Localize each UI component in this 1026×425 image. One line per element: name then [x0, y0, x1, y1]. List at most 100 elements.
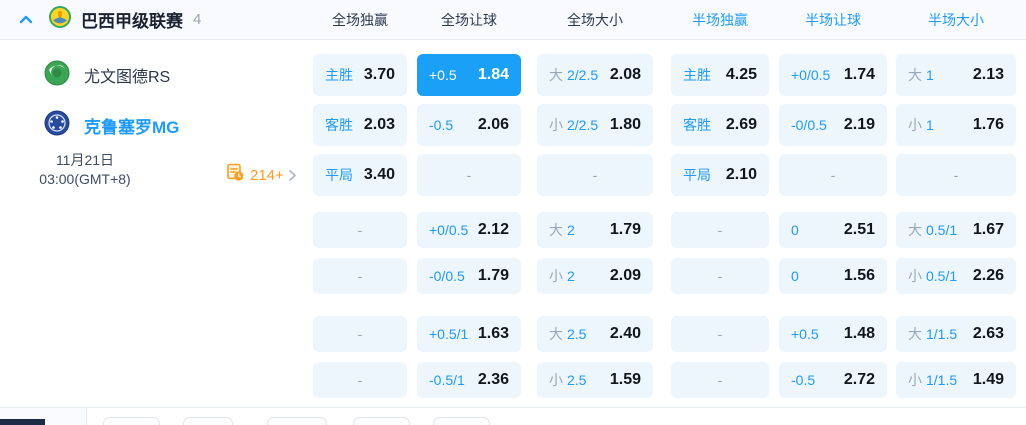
- odds-value: 2.36: [477, 371, 509, 388]
- column-header-4: 半场独赢: [692, 11, 748, 28]
- odds-value: 3.70: [363, 66, 395, 83]
- odds-value: 2.63: [972, 325, 1004, 342]
- odds-cell[interactable]: 大 1/1.5 2.63: [896, 316, 1016, 352]
- odds-cell[interactable]: 平局 3.40: [313, 154, 407, 196]
- partial-chip-button[interactable]: [433, 417, 490, 425]
- odds-value: 2.08: [609, 66, 641, 83]
- odds-cell[interactable]: -0.5 2.06: [417, 104, 521, 146]
- odds-row-draw: 平局 3.40- - 平局 2.10- -: [313, 154, 1016, 196]
- odds-cell[interactable]: 小 2.5 1.59: [537, 362, 653, 398]
- odds-cell[interactable]: 小 2/2.5 1.80: [537, 104, 653, 146]
- odds-label: 平局: [683, 167, 711, 183]
- odds-label: 大2: [549, 222, 575, 238]
- chevron-right-icon: [288, 169, 297, 182]
- over-under-prefix: 小: [908, 372, 922, 388]
- away-team-row[interactable]: 克鲁塞罗MG: [0, 104, 313, 146]
- odds-value: 1.76: [972, 116, 1004, 133]
- odds-value: 1.79: [477, 267, 509, 284]
- odds-cell: -: [313, 316, 407, 352]
- odds-label: 小2: [549, 268, 575, 284]
- partial-chip-button[interactable]: [103, 417, 160, 425]
- odds-value: 1.79: [609, 221, 641, 238]
- odds-value: 2.40: [609, 325, 641, 342]
- away-team-logo-icon: [44, 110, 70, 141]
- odds-value: 2.72: [843, 371, 875, 388]
- odds-row-alt-4: - -0.5/1 2.36 小 2.5 1.59 - -0.5 2.72 小 1/1.5 1.49: [313, 362, 1016, 398]
- odds-cell[interactable]: +0.5 1.84: [417, 54, 521, 96]
- odds-cell: -: [896, 154, 1016, 196]
- odds-cell[interactable]: 小 0.5/1 2.26: [896, 258, 1016, 294]
- odds-value: 4.25: [725, 66, 757, 83]
- odds-value: 2.06: [477, 116, 509, 133]
- odds-value: 1.80: [609, 116, 641, 133]
- partial-chip-button[interactable]: [267, 417, 327, 425]
- odds-label: 小 1/1.5: [908, 372, 958, 388]
- odds-cell[interactable]: 大 0.5/1 1.67: [896, 212, 1016, 248]
- odds-value: 2.13: [972, 66, 1004, 83]
- odds-cell[interactable]: 平局 2.10: [671, 154, 769, 196]
- odds-label: 平局: [325, 167, 353, 183]
- over-under-prefix: 小: [549, 117, 563, 133]
- odds-cell[interactable]: 小 2 2.09: [537, 258, 653, 294]
- odds-cell[interactable]: 0 2.51: [779, 212, 887, 248]
- odds-label: 小1: [908, 117, 934, 133]
- odds-cell[interactable]: 主胜 4.25: [671, 54, 769, 96]
- over-under-prefix: 小: [908, 268, 922, 284]
- odds-value: 1.74: [843, 66, 875, 83]
- odds-cell[interactable]: 主胜 3.70: [313, 54, 407, 96]
- odds-cell[interactable]: 0 1.56: [779, 258, 887, 294]
- odds-cell[interactable]: 大 1 2.13: [896, 54, 1016, 96]
- league-header[interactable]: 巴西甲级联赛 4 全场独赢 全场让球 全场大小 半场独赢 半场让球 半场大小: [0, 0, 1026, 40]
- odds-value: 2.26: [972, 267, 1004, 284]
- odds-label: 0: [791, 222, 799, 238]
- match-start-time: 03:00(GMT+8): [39, 171, 131, 187]
- odds-cell: -: [313, 212, 407, 248]
- odds-row-away: 客胜 2.03 -0.5 2.06 小 2/2.5 1.80 客胜 2.69 -0/0.5 2.19…: [313, 104, 1016, 146]
- odds-cell[interactable]: +0/0.5 2.12: [417, 212, 521, 248]
- odds-row-alt-2: - -0/0.5 1.79 小 2 2.09-0 1.56 小 0.5/1 2.26: [313, 258, 1016, 294]
- odds-cell[interactable]: 小 1/1.5 1.49: [896, 362, 1016, 398]
- odds-cell[interactable]: -0.5/1 2.36: [417, 362, 521, 398]
- odds-label: 客胜: [683, 117, 711, 133]
- odds-cell: -: [671, 316, 769, 352]
- over-under-prefix: 大: [549, 222, 563, 238]
- odds-cell[interactable]: 小 1 1.76: [896, 104, 1016, 146]
- odds-cell[interactable]: +0.5/1 1.63: [417, 316, 521, 352]
- odds-value: 3.40: [363, 166, 395, 183]
- odds-cell: -: [779, 154, 887, 196]
- odds-value: 2.19: [843, 116, 875, 133]
- odds-cell[interactable]: +0/0.5 1.74: [779, 54, 887, 96]
- odds-label: 客胜: [325, 117, 353, 133]
- over-under-prefix: 大: [908, 326, 922, 342]
- more-markets-link[interactable]: 214+: [226, 163, 297, 187]
- odds-cell[interactable]: 大 2/2.5 2.08: [537, 54, 653, 96]
- odds-label: 小 0.5/1: [908, 268, 958, 284]
- odds-cell[interactable]: 大 2 1.79: [537, 212, 653, 248]
- odds-value: 2.12: [477, 221, 509, 238]
- odds-cell[interactable]: 客胜 2.69: [671, 104, 769, 146]
- odds-cell[interactable]: -0/0.5 1.79: [417, 258, 521, 294]
- over-under-prefix: 小: [549, 268, 563, 284]
- collapse-chevron-up-icon[interactable]: [18, 12, 34, 28]
- odds-cell[interactable]: 客胜 2.03: [313, 104, 407, 146]
- over-under-prefix: 大: [549, 326, 563, 342]
- odds-label: 主胜: [325, 67, 353, 83]
- partial-chip-button[interactable]: [353, 417, 410, 425]
- odds-row-alt-1: - +0/0.5 2.12 大 2 1.79-0 2.51 大 0.5/1 1.67: [313, 212, 1016, 248]
- league-header-left: 巴西甲级联赛 4: [0, 6, 313, 33]
- odds-cell[interactable]: 大 2.5 2.40: [537, 316, 653, 352]
- match-date: 11月21日: [55, 152, 115, 168]
- betting-odds-panel: 巴西甲级联赛 4 全场独赢 全场让球 全场大小 半场独赢 半场让球 半场大小 尤文图德RS: [0, 0, 1026, 425]
- odds-value: 1.56: [843, 267, 875, 284]
- column-header-5: 半场让球: [805, 11, 861, 28]
- odds-value: 1.48: [843, 325, 875, 342]
- odds-cell[interactable]: -0.5 2.72: [779, 362, 887, 398]
- partial-chip-button[interactable]: [183, 417, 233, 425]
- league-name: 巴西甲级联赛: [81, 12, 183, 31]
- odds-cell[interactable]: -0/0.5 2.19: [779, 104, 887, 146]
- odds-row-alt-3: - +0.5/1 1.63 大 2.5 2.40 - +0.5 1.48 大 1/1.5 2.63: [313, 316, 1016, 352]
- odds-cell: -: [671, 362, 769, 398]
- odds-cell[interactable]: +0.5 1.48: [779, 316, 887, 352]
- odds-cell: -: [313, 362, 407, 398]
- home-team-row[interactable]: 尤文图德RS: [0, 54, 313, 96]
